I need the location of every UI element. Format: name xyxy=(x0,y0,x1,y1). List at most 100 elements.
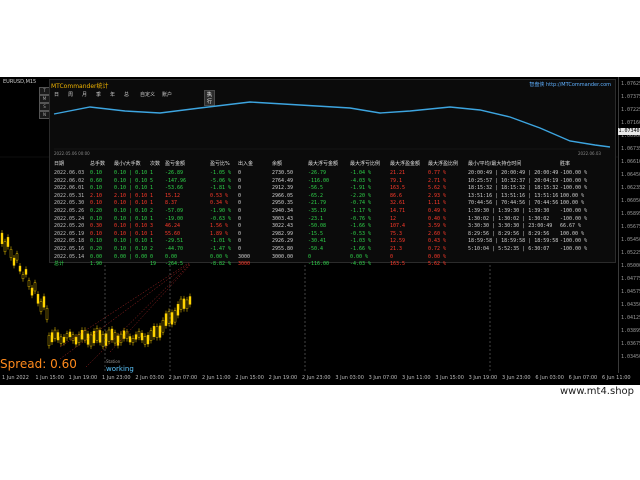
candle-body xyxy=(152,326,156,337)
cell-pnl-pct: -8.82 % xyxy=(210,261,232,268)
time-label: 3 Jun 19:00 xyxy=(468,375,498,381)
watermark: www.mt4.shop xyxy=(559,386,634,397)
tab-quarter[interactable]: 季 xyxy=(96,91,101,98)
time-label: 2 Jun 11:00 xyxy=(202,375,231,381)
cell-win-rate: 胜率 xyxy=(560,161,571,167)
cell-max-profit-amount: 最大浮盈金额 xyxy=(390,161,421,167)
cell-max-profit-pct: 5.62 % xyxy=(428,261,447,268)
time-label: 1 Jun 23:00 xyxy=(102,375,131,381)
candle-body xyxy=(167,311,171,324)
time-label: 2 Jun 15:00 xyxy=(235,375,264,381)
candle-body xyxy=(0,232,4,245)
candle-body xyxy=(140,332,144,341)
candle-body xyxy=(182,298,186,309)
candle-body xyxy=(24,269,28,275)
candle-body xyxy=(134,334,138,340)
panel-title: MTCommander统计 xyxy=(51,83,109,90)
screenshot-frame: EURUSD,M15 T M S N 1.076251.073751.072 xyxy=(0,0,640,480)
price-label: 1.03675 xyxy=(621,341,640,347)
tab-year[interactable]: 年 xyxy=(110,91,115,98)
time-label: 2 Jun 03:00 xyxy=(135,375,164,381)
candle-body xyxy=(143,336,147,345)
candle-body xyxy=(30,287,34,296)
candle-body xyxy=(9,249,13,258)
candle-body xyxy=(149,330,153,341)
candle-body xyxy=(131,338,135,343)
price-label: 1.03450 xyxy=(621,354,640,360)
curve-start-label: 2022.05.06 00:00 xyxy=(54,151,90,156)
candle-body xyxy=(119,333,123,343)
tab-custom[interactable]: 自定义 xyxy=(140,91,155,98)
candle-body xyxy=(86,333,90,345)
price-label: 1.07225 xyxy=(621,107,640,113)
time-label: 1 Jun 15:00 xyxy=(35,375,64,381)
cell-date: 总计 xyxy=(54,261,65,268)
equity-curve: 2022.05.06 00:00 2022.06.03 xyxy=(50,99,615,156)
candle-body xyxy=(122,330,126,339)
candle-body xyxy=(3,241,7,253)
tab-account[interactable]: 账户 xyxy=(162,91,172,98)
candle-body xyxy=(173,310,177,323)
panel-link[interactable]: 智盘侠 http://MTCommander.com xyxy=(529,81,611,88)
cell-deposit: 出入金 xyxy=(238,161,254,167)
table-total-row: 总计 1.90 19 -264.5 -8.82 % 3000 -116.00 -4.03 % 1… xyxy=(50,260,615,268)
current-price-tag: 1.07340 xyxy=(618,128,640,135)
candle-body xyxy=(80,330,84,340)
tab-month[interactable]: 月 xyxy=(82,91,87,98)
candle-body xyxy=(170,312,174,325)
time-label: 6 Jun 03:00 xyxy=(535,375,564,381)
candle-body xyxy=(137,331,141,338)
cell-pnl-pct: 盈亏比% xyxy=(210,161,230,167)
price-label: 1.06235 xyxy=(621,185,640,191)
price-label: 1.05675 xyxy=(621,224,640,230)
candle-body xyxy=(158,325,162,338)
time-label: 3 Jun 11:00 xyxy=(402,375,431,381)
equity-curve-svg xyxy=(53,101,611,150)
candle-body xyxy=(113,332,117,344)
time-label: 2 Jun 19:00 xyxy=(268,375,298,381)
candle-body xyxy=(101,334,105,347)
price-label: 1.07625 xyxy=(621,81,640,87)
price-label: 1.04775 xyxy=(621,276,640,282)
candle-body xyxy=(176,304,180,316)
candle-body xyxy=(185,299,189,309)
time-label: 3 Jun 07:00 xyxy=(368,375,398,381)
price-label: 1.05450 xyxy=(621,237,640,243)
tab-day[interactable]: 日 xyxy=(54,91,59,98)
candle-body xyxy=(77,334,81,343)
candle-body xyxy=(18,265,22,272)
tab-week[interactable]: 周 xyxy=(68,91,73,98)
price-label: 1.07160 xyxy=(621,120,640,126)
station-label: Station xyxy=(106,359,121,364)
time-label: 3 Jun 15:00 xyxy=(435,375,464,381)
candle-body xyxy=(92,331,96,344)
price-label: 1.06735 xyxy=(621,146,640,152)
price-label: 1.04350 xyxy=(621,302,640,308)
cell-date: 日期 xyxy=(54,161,65,167)
price-label: 1.04125 xyxy=(621,315,640,321)
cell-pnl: -264.5 xyxy=(165,261,184,268)
candle-body xyxy=(110,328,114,341)
cell-max-dd-pct: 最大浮亏比例 xyxy=(350,161,381,167)
candle-body xyxy=(95,328,99,341)
cell-pnl: 盈亏金额 xyxy=(165,161,186,167)
time-label: 3 Jun 23:00 xyxy=(502,375,531,381)
cell-max-profit-pct: 最大浮盈比例 xyxy=(428,161,459,167)
cell-total-lots: 总手数 xyxy=(90,161,106,167)
time-label: 2 Jun 23:00 xyxy=(302,375,331,381)
time-label: 2 Jun 07:00 xyxy=(168,375,198,381)
tab-total[interactable]: 总 xyxy=(124,91,129,98)
candle-body xyxy=(42,296,46,308)
candle-body xyxy=(39,301,43,312)
candle-body xyxy=(56,332,60,341)
price-label: 1.05895 xyxy=(621,211,640,217)
candle-body xyxy=(47,335,51,346)
price-label: 1.06450 xyxy=(621,172,640,178)
cell-max-dd-amount: -116.00 xyxy=(308,261,330,268)
candle-body xyxy=(33,282,37,292)
candle-body xyxy=(188,296,192,305)
candle-body xyxy=(98,330,102,343)
candle-body xyxy=(62,336,66,343)
cell-count: 次数 xyxy=(150,161,161,167)
candle-body xyxy=(6,237,10,247)
